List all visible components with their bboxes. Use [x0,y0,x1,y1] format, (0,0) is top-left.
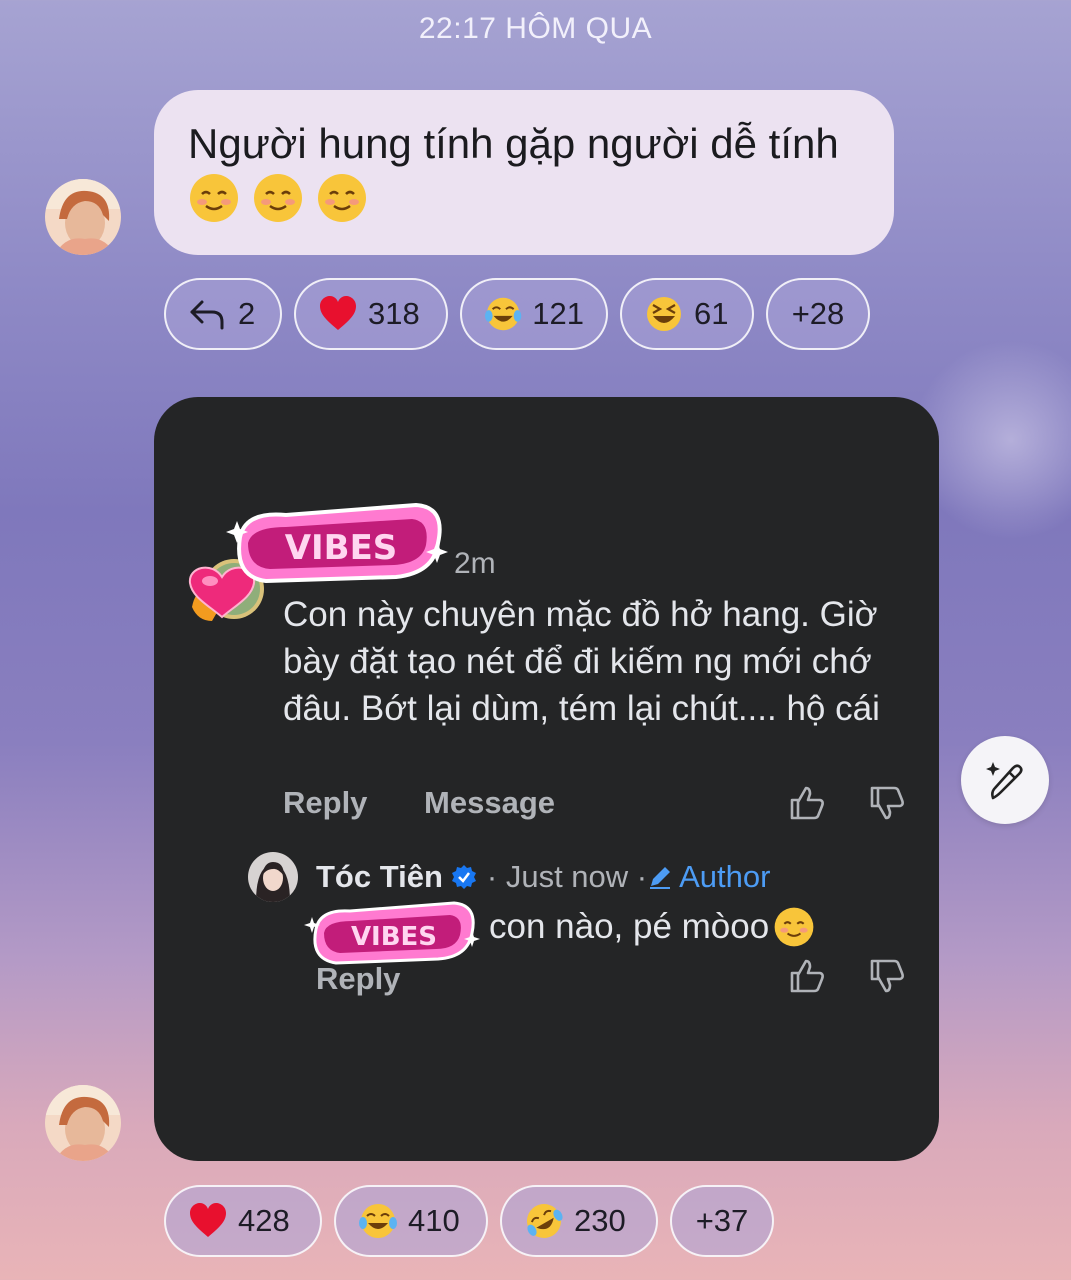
author-name[interactable]: Tóc Tiên [316,859,443,895]
grin-count: 61 [694,296,729,331]
grin-reaction-pill[interactable]: 61 [620,278,754,350]
reaction-bar-2: 428 410 230 +37 [164,1185,774,1257]
heart-count-2: 428 [238,1203,290,1238]
thumbs-down-icon[interactable] [868,784,906,822]
reply-reply-link[interactable]: Reply [316,961,400,997]
reply-arrow-icon [190,300,224,330]
reaction-bar: 2 318 121 61 +28 [164,278,870,350]
comment-reply-link[interactable]: Reply [283,785,367,820]
smiling-emoji-icon [774,907,814,947]
tears-of-joy-emoji-icon [359,1204,397,1238]
message-bubble[interactable]: Người hung tính gặp người dễ tính [154,90,894,255]
rofl-count: 230 [574,1203,626,1238]
laugh-count: 121 [532,296,584,331]
reply-thumbs-up-icon[interactable] [788,957,826,995]
heart-reaction-pill[interactable]: 318 [294,278,448,350]
tears-of-joy-emoji-icon [484,297,522,331]
heart-emoji-icon [320,296,356,330]
rofl-reaction-pill[interactable]: 230 [500,1185,658,1257]
author-avatar[interactable] [248,852,298,902]
reply-count: 2 [238,296,256,331]
reply-text-content: con nào, pé mòoo [489,907,770,946]
message-emoji-row [188,172,860,224]
laugh-reaction-pill-2[interactable]: 410 [334,1185,488,1257]
comment-time: 2m [454,547,496,580]
svg-text:VIBES: VIBES [285,528,398,568]
pencil-icon [650,867,671,889]
reply-text: con nào, pé mòoo [489,906,815,948]
smiling-emoji-icon [190,174,238,222]
reply-time: · Just now · [486,859,648,894]
more-count-2: +37 [695,1203,749,1238]
ai-pen-button[interactable] [961,736,1049,824]
svg-text:VIBES: VIBES [351,922,437,952]
laugh-count-2: 410 [408,1203,460,1238]
thumbs-up-icon[interactable] [788,784,826,822]
shared-comment-screenshot[interactable]: VIBES 2m Con này chuyên mặc đồ hở hang. … [154,397,939,1161]
more-reactions-pill-2[interactable]: +37 [670,1185,774,1257]
more-reactions-pill[interactable]: +28 [766,278,870,350]
reply-header: Tóc Tiên · Just now · Author [316,859,770,895]
message-text: Người hung tính gặp người dễ tính [188,120,839,167]
vibes-sticker: VIBES [226,502,448,584]
author-badge: Author [647,859,770,895]
heart-count: 318 [368,296,420,331]
comment-text: Con này chuyên mặc đồ hở hang. Giờ bày đ… [283,595,880,728]
grinning-squint-emoji-icon [647,297,681,331]
more-count: +28 [791,296,845,331]
comment-message-link[interactable]: Message [424,785,555,820]
reply-count-pill[interactable]: 2 [164,278,282,350]
heart-reaction-pill-2[interactable]: 428 [164,1185,322,1257]
sender-avatar-2[interactable] [45,1085,121,1161]
vibes-sticker-small: VIBES [304,901,480,965]
comment-actions: Reply Message [283,785,603,821]
sender-avatar[interactable] [45,179,121,255]
laugh-reaction-pill[interactable]: 121 [460,278,608,350]
rolling-on-floor-laughing-emoji-icon [527,1204,563,1238]
verified-badge-icon [451,865,476,889]
smiling-emoji-icon [318,174,366,222]
reply-thumbs-down-icon[interactable] [868,957,906,995]
heart-emoji-icon [190,1203,226,1237]
author-label: Author [679,859,771,894]
message-timestamp: 22:17 HÔM QUA [418,12,653,45]
sparkle-pen-icon [986,762,1023,800]
smiling-emoji-icon [254,174,302,222]
